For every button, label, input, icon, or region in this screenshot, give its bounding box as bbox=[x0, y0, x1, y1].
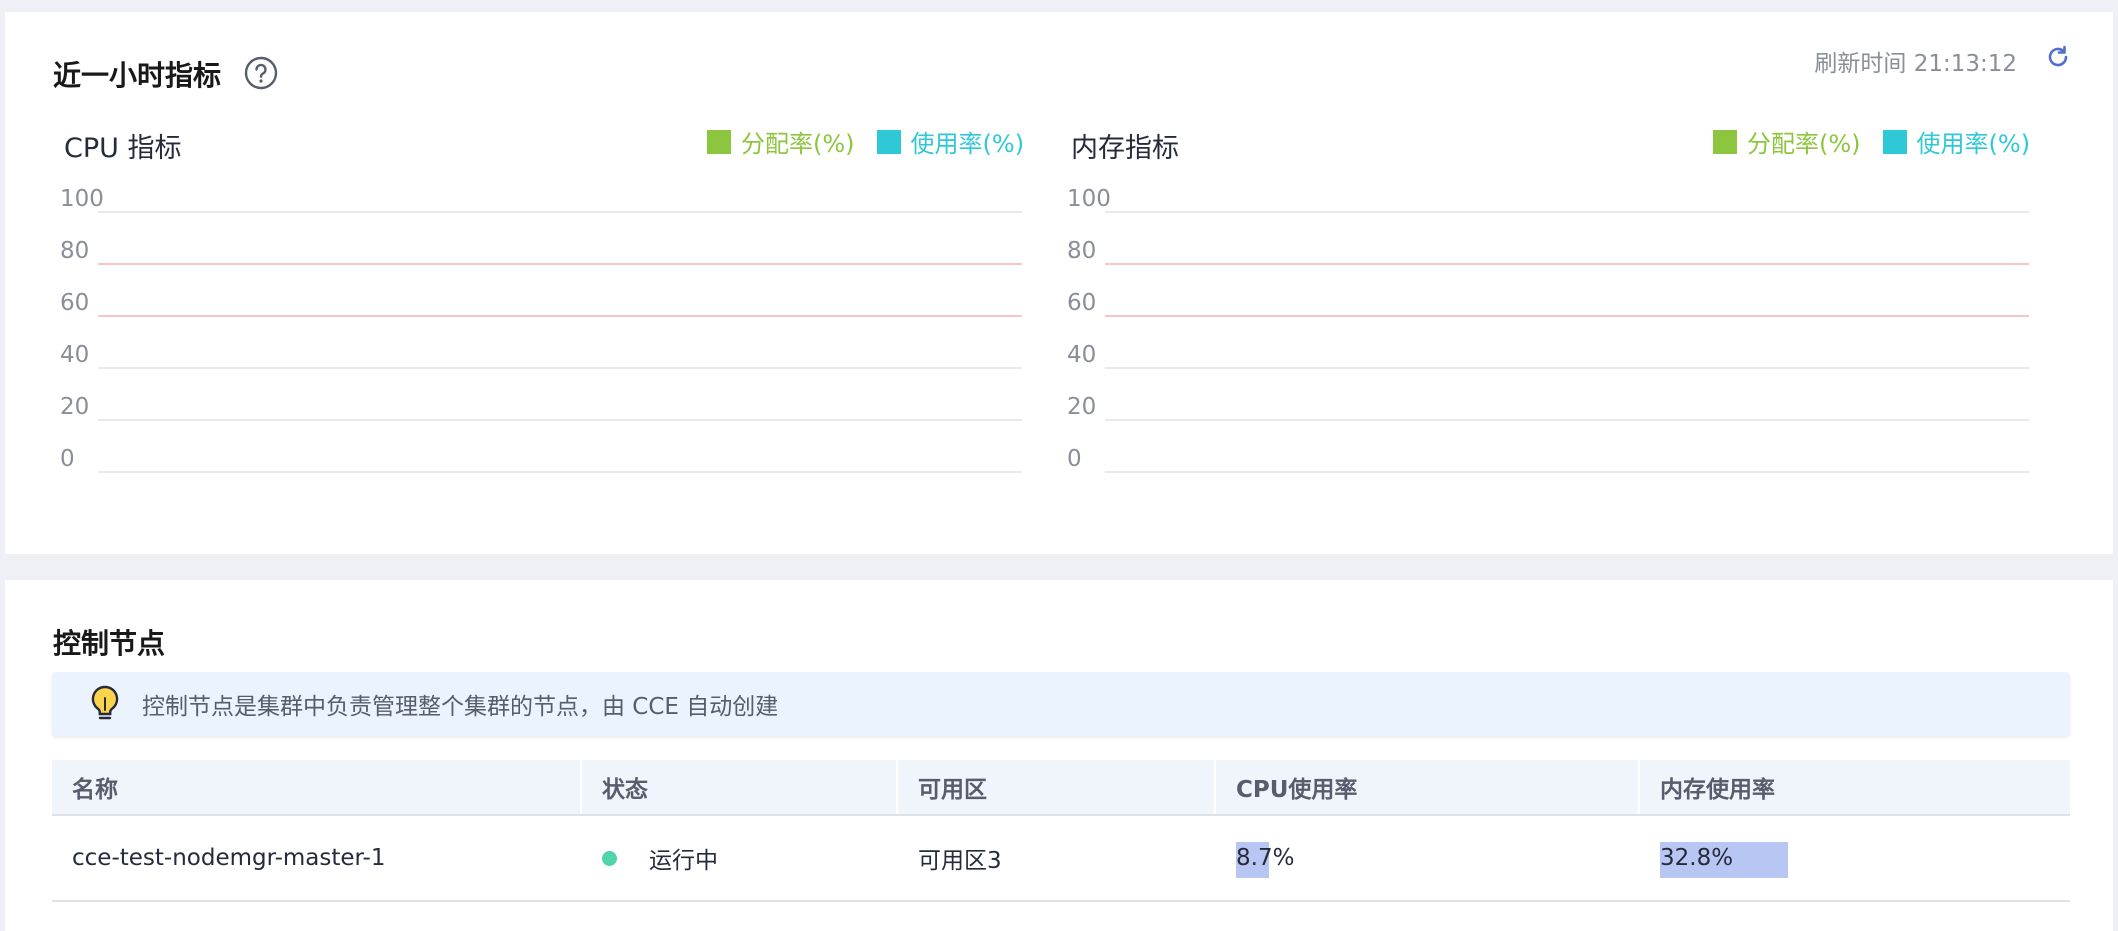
control-nodes-table: 名称 状态 可用区 CPU使用率 内存使用率 cce-test-nodemgr-… bbox=[52, 760, 2070, 902]
status-dot-icon bbox=[602, 850, 617, 866]
cpu-usage-value: 8.7% bbox=[1236, 845, 1295, 871]
memory-chart-plot: 100 80 60 40 20 0 bbox=[1067, 186, 2029, 473]
y-tick-label: 80 bbox=[60, 238, 89, 264]
y-tick-label: 20 bbox=[1067, 394, 1096, 420]
lightbulb-icon bbox=[88, 684, 122, 724]
table-header: 名称 状态 可用区 CPU使用率 内存使用率 bbox=[52, 760, 2070, 816]
y-tick-label: 100 bbox=[60, 186, 104, 212]
y-tick-label: 40 bbox=[1067, 342, 1096, 368]
table-row: cce-test-nodemgr-master-1 运行中 可用区3 8.7% … bbox=[52, 816, 2070, 902]
y-tick-label: 100 bbox=[1067, 186, 1111, 212]
column-header-name[interactable]: 名称 bbox=[52, 760, 582, 814]
notice-text: 控制节点是集群中负责管理整个集群的节点，由 CCE 自动创建 bbox=[142, 694, 779, 720]
node-name[interactable]: cce-test-nodemgr-master-1 bbox=[52, 816, 582, 900]
control-nodes-panel: 控制节点 控制节点是集群中负责管理整个集群的节点，由 CCE 自动创建 名称 状… bbox=[5, 580, 2113, 931]
node-zone: 可用区3 bbox=[918, 848, 1002, 874]
node-memory-usage: 32.8% bbox=[1640, 816, 2070, 900]
column-header-memory[interactable]: 内存使用率 bbox=[1640, 760, 2070, 814]
memory-usage-value: 32.8% bbox=[1660, 845, 1734, 871]
y-tick-label: 0 bbox=[60, 446, 75, 472]
y-tick-label: 20 bbox=[60, 394, 89, 420]
y-tick-label: 80 bbox=[1067, 238, 1096, 264]
node-status: 运行中 bbox=[582, 816, 898, 900]
y-tick-label: 60 bbox=[1067, 290, 1096, 316]
y-tick-label: 60 bbox=[60, 290, 89, 316]
column-header-zone[interactable]: 可用区 bbox=[898, 760, 1216, 814]
status-label: 运行中 bbox=[649, 848, 718, 874]
help-icon[interactable] bbox=[244, 56, 278, 90]
metrics-title: 近一小时指标 bbox=[53, 59, 222, 92]
column-header-status[interactable]: 状态 bbox=[582, 760, 898, 814]
metrics-panel: 近一小时指标 刷新时间 21:13:12 CPU 指标 分配率(%) 使用率(%… bbox=[5, 12, 2113, 554]
column-header-cpu[interactable]: CPU使用率 bbox=[1216, 760, 1640, 814]
control-nodes-title: 控制节点 bbox=[53, 627, 166, 660]
refresh-time: 刷新时间 21:13:12 bbox=[1814, 51, 2017, 77]
cpu-chart: CPU 指标 分配率(%) 使用率(%) 100 80 60 40 20 0 bbox=[50, 112, 1030, 492]
y-tick-label: 0 bbox=[1067, 446, 1082, 472]
node-cpu-usage: 8.7% bbox=[1216, 816, 1640, 900]
memory-chart: 内存指标 分配率(%) 使用率(%) 100 80 60 40 20 0 bbox=[1057, 112, 2037, 492]
refresh-icon[interactable] bbox=[2043, 42, 2073, 72]
info-notice: 控制节点是集群中负责管理整个集群的节点，由 CCE 自动创建 bbox=[52, 672, 2070, 736]
y-tick-label: 40 bbox=[60, 342, 89, 368]
cpu-chart-plot: 100 80 60 40 20 0 bbox=[60, 186, 1022, 473]
